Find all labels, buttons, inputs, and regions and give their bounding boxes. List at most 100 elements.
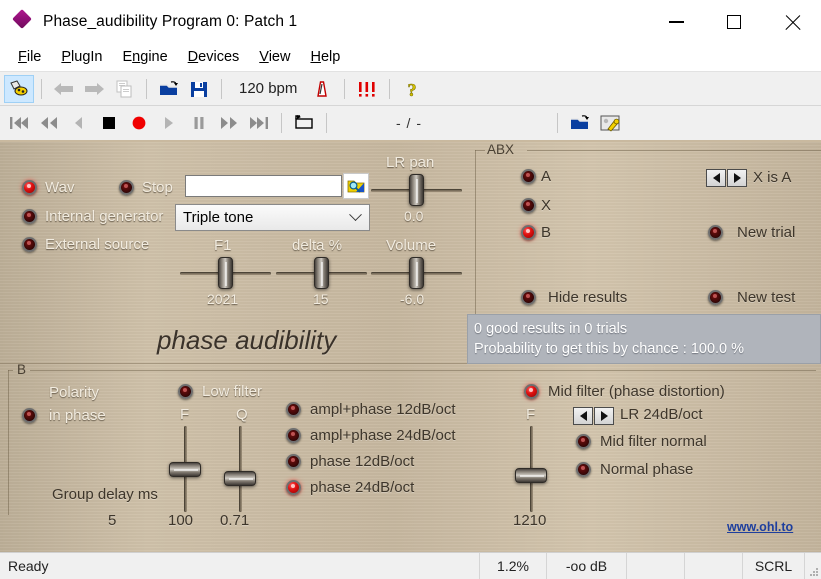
slider-f1[interactable] xyxy=(180,255,271,291)
generator-select[interactable]: Triple tone xyxy=(175,204,370,231)
radio-mid-filter[interactable] xyxy=(524,384,539,399)
slider-knob[interactable] xyxy=(224,471,256,486)
radio-normal-phase[interactable] xyxy=(576,462,591,477)
minimize-button[interactable] xyxy=(647,0,705,44)
stop-button[interactable] xyxy=(94,109,124,137)
plugin-editor: Wav Stop Internal generator External sou… xyxy=(0,142,821,552)
radio-ampl-phase-24[interactable] xyxy=(286,428,301,443)
slider-knob[interactable] xyxy=(409,174,424,206)
radio-external-source[interactable] xyxy=(22,237,37,252)
tempo-label[interactable]: 120 bpm xyxy=(229,80,307,97)
loop-button[interactable] xyxy=(289,109,319,137)
b-panel: B Polarity in phase Group delay ms 5 Low… xyxy=(0,362,821,552)
slider-knob[interactable] xyxy=(409,257,424,289)
radio-internal-generator[interactable] xyxy=(22,209,37,224)
record-button[interactable] xyxy=(124,109,154,137)
value-lr-pan: 0.0 xyxy=(404,208,424,224)
skip-end-icon xyxy=(250,117,268,129)
radio-new-test[interactable] xyxy=(708,290,723,305)
close-button[interactable] xyxy=(763,0,821,44)
brand-link[interactable]: www.ohl.to xyxy=(727,520,793,534)
help-button[interactable]: ? xyxy=(397,75,427,103)
radio-abx-x[interactable] xyxy=(521,198,536,213)
slider-volume[interactable] xyxy=(371,255,462,291)
toolbar-separator xyxy=(557,113,558,133)
arrow-left-icon xyxy=(579,411,587,421)
radio-low-filter[interactable] xyxy=(178,384,193,399)
value-f1: 2021 xyxy=(207,291,239,307)
open-button[interactable] xyxy=(154,75,184,103)
slider-track xyxy=(239,426,242,512)
maximize-button[interactable] xyxy=(705,0,763,44)
b-group-label: B xyxy=(17,362,27,377)
radio-wav[interactable] xyxy=(22,180,37,195)
menu-view[interactable]: View xyxy=(249,47,300,68)
slider-knob[interactable] xyxy=(169,462,201,477)
x-is-next-button[interactable] xyxy=(727,169,747,187)
results-line-2: Probability to get this by chance : 100.… xyxy=(474,341,745,357)
panic-button[interactable] xyxy=(352,75,382,103)
copy-button[interactable] xyxy=(109,75,139,103)
slider-mid-filter-f[interactable] xyxy=(513,426,549,512)
slider-low-filter-f[interactable] xyxy=(167,426,203,512)
skip-end-button[interactable] xyxy=(244,109,274,137)
status-message: Ready xyxy=(0,553,480,579)
wav-path-input[interactable] xyxy=(185,175,342,197)
radio-phase-12[interactable] xyxy=(286,454,301,469)
radio-new-trial[interactable] xyxy=(708,225,723,240)
radio-abx-a[interactable] xyxy=(521,169,536,184)
x-is-prev-button[interactable] xyxy=(706,169,726,187)
label-group-delay: Group delay ms xyxy=(52,486,158,503)
open-session-button[interactable] xyxy=(565,109,595,137)
browse-file-button[interactable] xyxy=(343,173,369,199)
forward-arrow-icon xyxy=(85,82,104,95)
radio-hide-results[interactable] xyxy=(521,290,536,305)
menu-plugin[interactable]: PlugIn xyxy=(51,47,112,68)
stop-icon xyxy=(103,117,115,129)
label-mid-filter-f: F xyxy=(526,406,536,423)
radio-polarity-in-phase[interactable] xyxy=(22,408,37,423)
slider-low-filter-q[interactable] xyxy=(222,426,258,512)
help-icon: ? xyxy=(408,79,418,99)
save-icon xyxy=(191,81,207,97)
menu-engine[interactable]: Engine xyxy=(113,47,178,68)
resize-grip[interactable] xyxy=(805,553,821,579)
radio-abx-b[interactable] xyxy=(521,225,536,240)
label-mid-filter: Mid filter (phase distortion) xyxy=(548,383,725,400)
session-settings-button[interactable] xyxy=(595,109,625,137)
slider-delta[interactable] xyxy=(276,255,367,291)
abx-results-box: 0 good results in 0 trials Probability t… xyxy=(467,314,821,364)
radio-stop[interactable] xyxy=(119,180,134,195)
menu-help[interactable]: Help xyxy=(300,47,350,68)
mid-type-prev-button[interactable] xyxy=(573,407,593,425)
metronome-button[interactable] xyxy=(307,75,337,103)
skip-start-button[interactable] xyxy=(4,109,34,137)
slider-knob[interactable] xyxy=(314,257,329,289)
radio-phase-24[interactable] xyxy=(286,480,301,495)
step-back-button[interactable] xyxy=(64,109,94,137)
menu-file[interactable]: File xyxy=(8,47,51,68)
svg-text:?: ? xyxy=(408,80,417,99)
slider-lr-pan[interactable] xyxy=(371,172,462,208)
play-button[interactable] xyxy=(154,109,184,137)
slider-knob[interactable] xyxy=(515,468,547,483)
label-abx-x: X xyxy=(541,197,552,214)
radio-mid-filter-normal[interactable] xyxy=(576,434,591,449)
mid-type-spinner[interactable] xyxy=(573,407,614,425)
arrow-right-icon xyxy=(733,173,741,183)
fast-forward-button[interactable] xyxy=(214,109,244,137)
menu-devices[interactable]: Devices xyxy=(178,47,250,68)
mid-type-next-button[interactable] xyxy=(594,407,614,425)
pause-button[interactable] xyxy=(184,109,214,137)
status-cpu: 1.2% xyxy=(480,553,547,579)
value-delta: 15 xyxy=(313,291,329,307)
rewind-button[interactable] xyxy=(34,109,64,137)
slider-knob[interactable] xyxy=(218,257,233,289)
panic-icon xyxy=(359,81,375,97)
save-button[interactable] xyxy=(184,75,214,103)
undo-button[interactable] xyxy=(49,75,79,103)
redo-button[interactable] xyxy=(79,75,109,103)
radio-ampl-phase-12[interactable] xyxy=(286,402,301,417)
plugin-editor-button[interactable] xyxy=(4,74,34,103)
x-is-spinner[interactable] xyxy=(706,169,747,187)
